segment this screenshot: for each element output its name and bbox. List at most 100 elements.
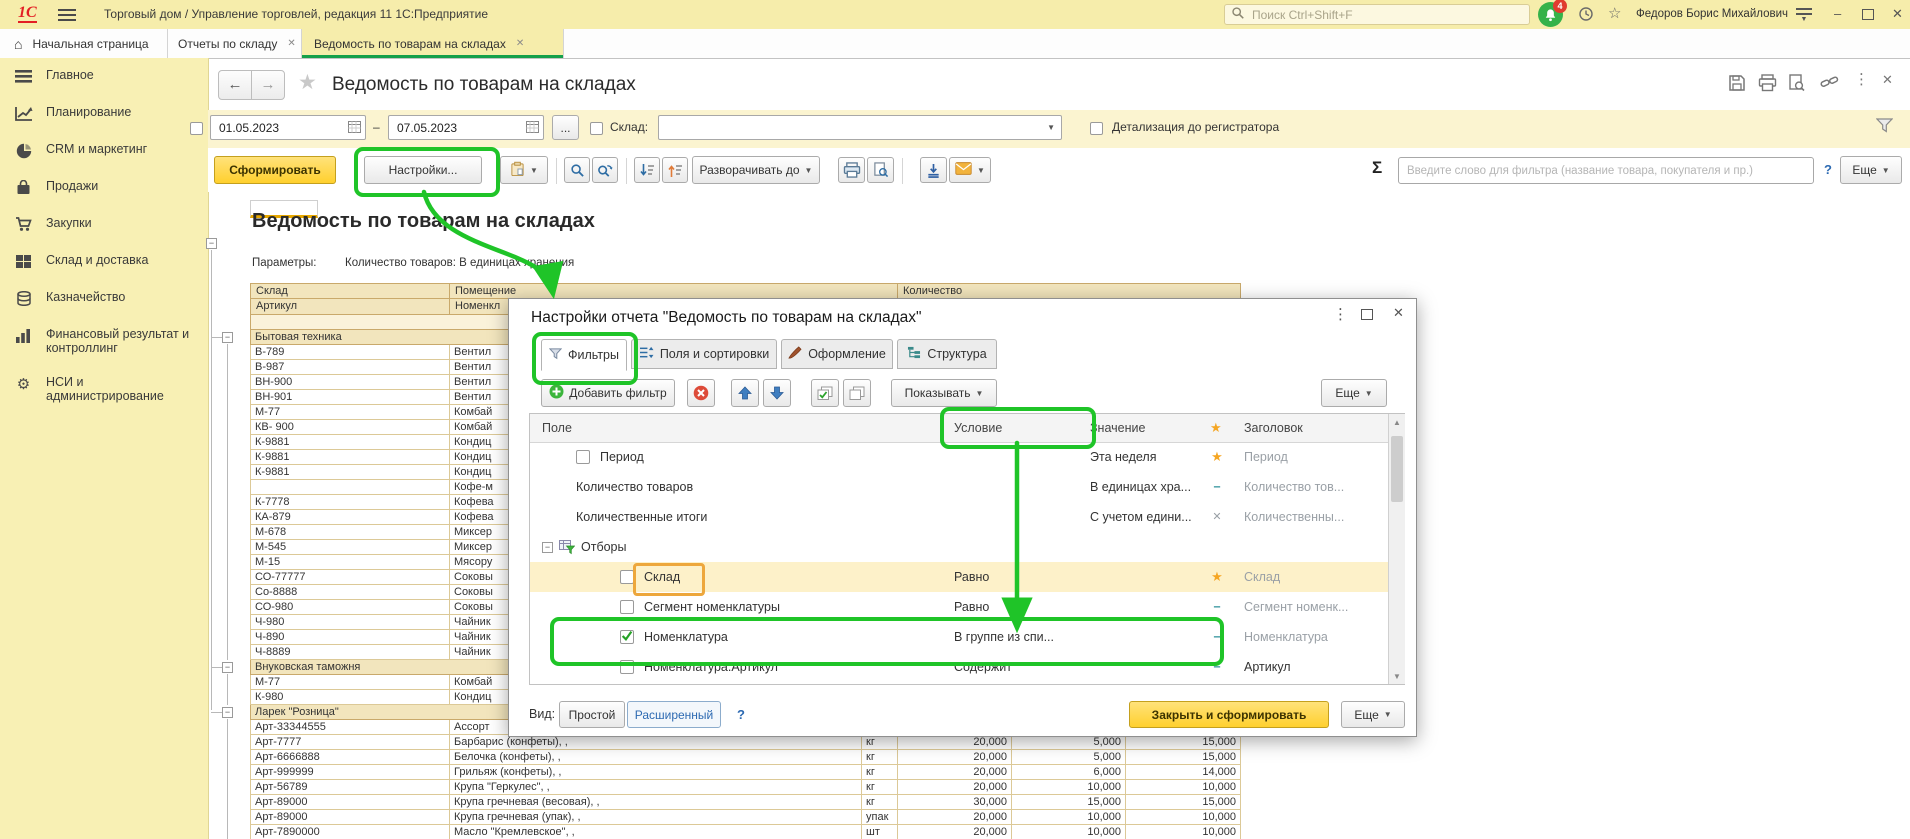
dialog-tab-filters[interactable]: Фильтры (541, 339, 627, 371)
dialog-tab-fields-sorting[interactable]: Поля и сортировки (631, 339, 777, 369)
view-simple-button[interactable]: Простой (559, 701, 625, 728)
row-checkbox[interactable] (576, 450, 590, 464)
close-window-button[interactable]: ✕ (1892, 6, 1903, 22)
sidebar-item-sales[interactable]: Продажи (0, 169, 208, 206)
main-menu-icon[interactable] (58, 9, 76, 21)
scroll-down-icon[interactable]: ▼ (1389, 672, 1405, 681)
collapse-icon[interactable]: − (222, 707, 233, 718)
dialog-filter-row[interactable]: Количественные итогиС учетом едини...✕Ко… (530, 502, 1388, 532)
dialog-more-button[interactable]: Еще▼ (1341, 701, 1405, 728)
move-up-button[interactable] (731, 379, 759, 407)
show-dropdown-button[interactable]: Показывать▼ (891, 379, 997, 407)
show-mark-icon: − (1202, 652, 1232, 682)
uncheck-all-button[interactable] (843, 379, 871, 407)
history-icon[interactable] (1578, 6, 1594, 25)
scroll-up-icon[interactable]: ▲ (1389, 418, 1405, 427)
filter-funnel-icon[interactable] (1876, 118, 1893, 136)
toolbar-more-button[interactable]: Еще▼ (1840, 156, 1902, 184)
move-down-button[interactable] (763, 379, 791, 407)
report-item-row: Арт-7777Барбарис (конфеты), ,кг20,0005,0… (250, 735, 1241, 750)
gear-icon: ⚙ (14, 375, 33, 392)
remove-filter-button[interactable] (687, 379, 715, 407)
view-advanced-button[interactable]: Расширенный (627, 701, 721, 728)
dialog-toolbar-more-button[interactable]: Еще▼ (1321, 379, 1387, 407)
filter-caption: Номенклатура (1244, 622, 1384, 652)
sidebar-item-crm[interactable]: CRM и маркетинг (0, 132, 208, 169)
sidebar: Главное Планирование CRM и маркетинг Про… (0, 58, 209, 839)
kebab-menu-icon[interactable]: ⋮ (1854, 70, 1869, 88)
dialog-filter-row[interactable]: Количество товаровВ единицах хра...−Коли… (530, 472, 1388, 502)
dialog-kebab-icon[interactable]: ⋮ (1333, 305, 1348, 323)
sidebar-item-warehouse[interactable]: Склад и доставка (0, 243, 208, 280)
dialog-maximize-icon[interactable] (1361, 308, 1373, 323)
close-report-icon[interactable]: ✕ (1882, 72, 1893, 88)
close-and-generate-button[interactable]: Закрыть и сформировать (1129, 701, 1329, 728)
maximize-button[interactable] (1862, 8, 1874, 23)
collapse-icon[interactable]: − (542, 542, 553, 553)
back-button[interactable]: ← (218, 70, 252, 100)
global-search-box[interactable] (1224, 4, 1530, 25)
dialog-filter-row[interactable]: Сегмент номенклатурыРавно−Сегмент номенк… (530, 592, 1388, 622)
chevron-down-icon: ▼ (1365, 389, 1373, 398)
show-mark-icon: − (1202, 622, 1232, 652)
filter-field-label: Номенклатура (644, 630, 728, 644)
scroll-thumb[interactable] (1391, 436, 1403, 502)
print-icon[interactable] (1758, 74, 1777, 95)
current-user[interactable]: Федоров Борис Михайлович (1636, 8, 1788, 20)
sidebar-item-finance[interactable]: Финансовый результат и контроллинг (0, 317, 208, 365)
sidebar-item-purchases[interactable]: Закупки (0, 206, 208, 243)
dialog-tab-structure[interactable]: Структура (897, 339, 997, 369)
dialog-filter-row[interactable]: −Отборы (530, 532, 1388, 562)
column-header-quantity: Количество (898, 283, 1241, 299)
sidebar-item-main[interactable]: Главное (0, 58, 208, 95)
row-checkbox[interactable] (620, 630, 634, 644)
dialog-help-button[interactable]: ? (737, 707, 745, 722)
dialog-close-icon[interactable]: ✕ (1393, 305, 1404, 321)
tab-home[interactable]: ⌂ Начальная страница (0, 29, 168, 58)
sidebar-item-planning[interactable]: Планирование (0, 95, 208, 132)
dialog-filter-row[interactable]: ПериодЭта неделя★Период (530, 442, 1388, 472)
dialog-filter-row[interactable]: НоменклатураВ группе из спи...−Номенклат… (530, 622, 1388, 652)
dialog-filter-row[interactable]: СкладРавно★Склад (530, 562, 1388, 592)
report-item-row: Арт-56789Крупа "Геркулес", ,кг20,00010,0… (250, 780, 1241, 795)
help-button[interactable]: ? (1824, 162, 1832, 177)
filter-field-label: Склад (644, 570, 680, 584)
quick-filter-field[interactable] (1398, 157, 1814, 184)
filter-condition: В группе из спи... (954, 622, 1090, 652)
collapse-icon[interactable]: − (206, 238, 217, 249)
report-item-row: Арт-89000Крупа гречневая (весовая), ,кг3… (250, 795, 1241, 810)
notification-badge: 4 (1553, 0, 1567, 13)
report-params-value: Количество товаров: В единицах хранения (345, 257, 574, 269)
link-icon[interactable] (1820, 74, 1839, 94)
row-checkbox[interactable] (620, 600, 634, 614)
dialog-filter-row[interactable]: Номенклатура.АртикулСодержит−Артикул (530, 652, 1388, 682)
quick-filter-input[interactable] (1405, 164, 1807, 178)
filter-value: В единицах хра... (1090, 472, 1206, 502)
period-checkbox[interactable] (190, 122, 203, 135)
application-window: 1С Торговый дом / Управление торговлей, … (0, 0, 1910, 839)
row-checkbox[interactable] (620, 570, 634, 584)
add-filter-button[interactable]: Добавить фильтр (541, 379, 675, 407)
favorites-star-icon[interactable]: ☆ (1608, 4, 1621, 22)
grid-scrollbar[interactable]: ▲ ▼ (1388, 414, 1405, 684)
totals-sigma-icon[interactable]: Σ (1372, 158, 1382, 178)
preview-icon[interactable] (1788, 74, 1805, 95)
chevron-down-icon: ▼ (1384, 710, 1392, 719)
filter-caption: Количество тов... (1244, 472, 1384, 502)
row-checkbox[interactable] (620, 660, 634, 674)
service-menu-icon[interactable]: ▼ (1796, 8, 1812, 22)
minimize-button[interactable]: – (1834, 6, 1841, 21)
check-all-button[interactable] (811, 379, 839, 407)
collapse-icon[interactable]: − (222, 662, 233, 673)
dialog-tab-appearance[interactable]: Оформление (781, 339, 893, 369)
sidebar-item-admin[interactable]: ⚙НСИ и администрирование (0, 365, 208, 413)
filter-caption: Склад (1244, 562, 1384, 592)
report-params-label: Параметры: (252, 257, 317, 269)
cart-icon (14, 216, 33, 233)
global-search-input[interactable] (1250, 7, 1523, 23)
sidebar-item-treasury[interactable]: Казначейство (0, 280, 208, 317)
save-icon[interactable] (1728, 74, 1746, 95)
filters-grid-header: Поле Условие Значение ★ Заголовок (530, 414, 1388, 443)
header-condition: Условие (954, 414, 1002, 442)
collapse-icon[interactable]: − (222, 332, 233, 343)
